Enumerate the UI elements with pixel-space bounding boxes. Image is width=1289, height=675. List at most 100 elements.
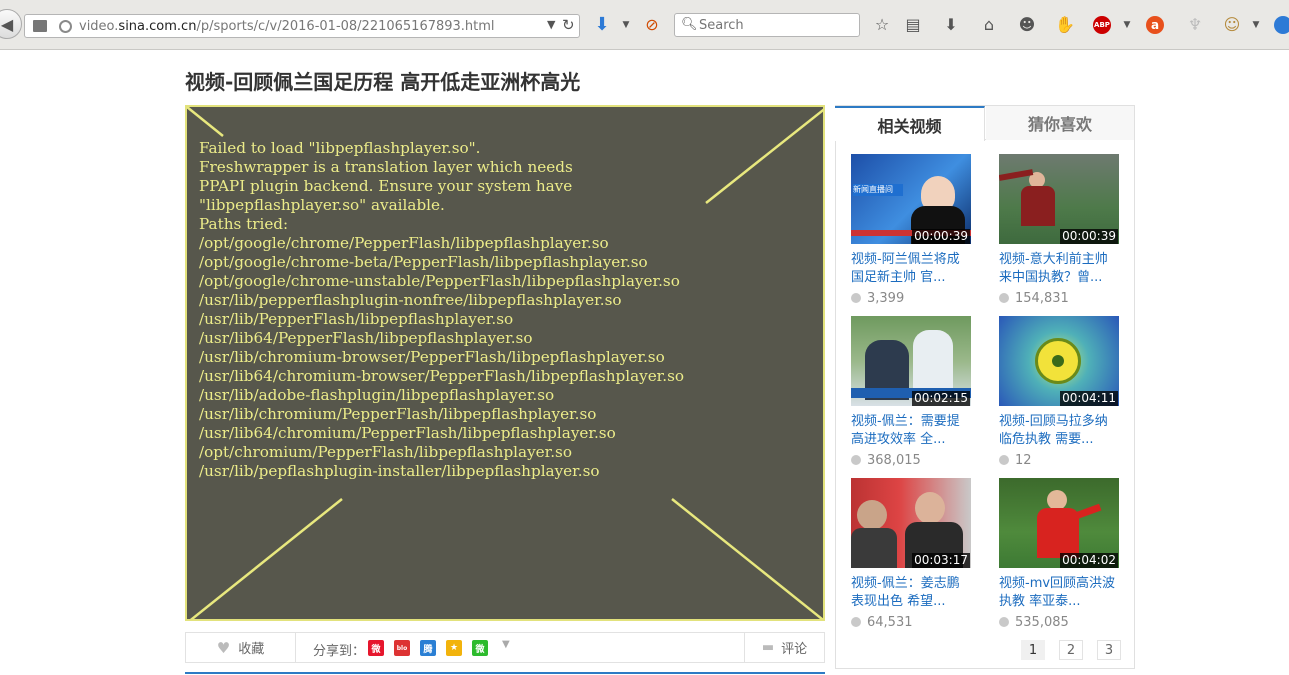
search-bar[interactable]: 🔍︎ xyxy=(674,13,860,37)
video-player[interactable]: Failed to load "libpepflashplayer.so". Fr… xyxy=(185,105,825,621)
adblock-icon[interactable]: ABP xyxy=(1093,16,1111,34)
play-count-value: 12 xyxy=(1015,453,1032,468)
reload-icon[interactable]: ↻ xyxy=(562,16,575,34)
url-text[interactable]: video.sina.com.cn/p/sports/c/v/2016-01-0… xyxy=(79,19,495,34)
error-line: PPAPI plugin backend. Ensure your system… xyxy=(199,177,573,195)
video-duration: 00:00:39 xyxy=(912,229,970,244)
page-3-button[interactable]: 3 xyxy=(1097,640,1121,660)
share-more-dropdown-icon[interactable]: ▼ xyxy=(502,639,510,650)
video-title-line: 视频-佩兰：需要提 xyxy=(851,414,960,429)
video-duration: 00:00:39 xyxy=(1060,229,1118,244)
page-1-button[interactable]: 1 xyxy=(1021,640,1045,660)
related-video-card[interactable]: 00:04:11 视频-回顾马拉多纳 临危执教 需要... 12 xyxy=(999,316,1121,471)
error-line: Paths tried: xyxy=(199,215,289,233)
related-video-card[interactable]: 00:02:15 视频-佩兰：需要提 高进攻效率 全... 368,015 xyxy=(851,316,973,471)
share-qzone-icon[interactable]: ★ xyxy=(446,640,462,656)
video-title-line: 视频-意大利前主帅 xyxy=(999,252,1108,267)
related-video-card[interactable]: 00:03:17 视频-佩兰：姜志鹏 表现出色 希望... 64,531 xyxy=(851,478,973,633)
video-title-link[interactable]: 视频-阿兰佩兰将成 国足新主帅 官... xyxy=(851,251,973,287)
download-arrow-icon[interactable]: ⬇ xyxy=(592,15,612,35)
page-2-button[interactable]: 2 xyxy=(1059,640,1083,660)
share-weibo-icon[interactable]: 微 xyxy=(368,640,384,656)
back-arrow-icon: ◀ xyxy=(0,14,14,34)
play-count: 368,015 xyxy=(851,453,921,468)
bookmark-star-icon[interactable]: ☆ xyxy=(872,15,892,35)
play-count-value: 154,831 xyxy=(1015,291,1069,306)
error-line: /usr/lib/pepperflashplugin-nonfree/libpe… xyxy=(199,291,622,309)
video-title-line: 表现出色 希望... xyxy=(851,594,946,609)
download-dropdown-icon[interactable]: ▼ xyxy=(616,15,636,35)
video-title-line: 执教 率亚泰... xyxy=(999,594,1081,609)
url-path: /p/sports/c/v/2016-01-08/221065167893.ht… xyxy=(196,19,495,34)
share-wechat-icon[interactable]: 微 xyxy=(472,640,488,656)
video-title-line: 国足新主帅 官... xyxy=(851,270,946,285)
mask-icon[interactable]: ♆ xyxy=(1185,15,1205,35)
related-video-card[interactable]: 00:04:02 视频-mv回顾高洪波 执教 率亚泰... 535,085 xyxy=(999,478,1121,633)
video-thumbnail[interactable]: 00:03:17 xyxy=(851,478,971,568)
profile-icon[interactable] xyxy=(1274,16,1289,34)
play-count: 64,531 xyxy=(851,615,913,630)
error-line: /usr/lib/pepflashplugin-installer/libpep… xyxy=(199,462,600,480)
play-count-icon xyxy=(999,455,1009,465)
blocker-icon[interactable]: ⊘ xyxy=(642,15,662,35)
video-duration: 00:04:02 xyxy=(1060,553,1118,568)
error-line: /usr/lib/adobe-flashplugin/libpepflashpl… xyxy=(199,386,555,404)
video-title-link[interactable]: 视频-佩兰：姜志鹏 表现出色 希望... xyxy=(851,575,973,611)
video-title-link[interactable]: 视频-回顾马拉多纳 临危执教 需要... xyxy=(999,413,1121,449)
play-count: 154,831 xyxy=(999,291,1069,306)
video-thumbnail[interactable]: 00:00:39 xyxy=(999,154,1119,244)
reading-list-icon[interactable]: ▤ xyxy=(903,15,923,35)
adblock-dropdown-icon[interactable]: ▼ xyxy=(1117,15,1137,35)
error-line: /opt/google/chrome-unstable/PepperFlash/… xyxy=(199,272,680,290)
error-line: /usr/lib/chromium/PepperFlash/libpepflas… xyxy=(199,405,597,423)
related-video-card[interactable]: 00:00:39 视频-意大利前主帅 来中国执教？曾... 154,831 xyxy=(999,154,1121,309)
favorite-button[interactable]: ♥ 收藏 xyxy=(186,633,296,662)
address-bar[interactable]: video.sina.com.cn/p/sports/c/v/2016-01-0… xyxy=(24,14,580,38)
monkey-dropdown-icon[interactable]: ▼ xyxy=(1246,15,1266,35)
monkey-icon[interactable]: ☺ xyxy=(1222,15,1242,35)
play-count-icon xyxy=(851,293,861,303)
flash-error-message: Failed to load "libpepflashplayer.so". Fr… xyxy=(199,139,684,481)
home-icon[interactable]: ⌂ xyxy=(979,15,999,35)
tab-guess-you-like[interactable]: 猜你喜欢 xyxy=(986,106,1134,140)
video-title-line: 视频-回顾马拉多纳 xyxy=(999,414,1108,429)
tab-related-videos[interactable]: 相关视频 xyxy=(835,106,985,141)
error-line: /opt/chromium/PepperFlash/libpepflashpla… xyxy=(199,443,572,461)
share-label: 分享到： xyxy=(313,644,366,659)
url-history-dropdown-icon[interactable]: ▼ xyxy=(547,18,555,31)
site-identity-icon[interactable] xyxy=(59,20,72,33)
page-title: 视频-回顾佩兰国足历程 高开低走亚洲杯高光 xyxy=(185,70,581,94)
video-title-link[interactable]: 视频-意大利前主帅 来中国执教？曾... xyxy=(999,251,1121,287)
video-thumbnail[interactable]: 00:04:02 xyxy=(999,478,1119,568)
share-tencent-weibo-icon[interactable]: 腾 xyxy=(420,640,436,656)
chat-icon[interactable]: ☻ xyxy=(1017,15,1037,35)
video-thumbnail[interactable]: 新闻直播间 00:00:39 xyxy=(851,154,971,244)
tab-list-icon[interactable] xyxy=(33,20,47,32)
addon-a-icon[interactable]: a xyxy=(1146,16,1164,34)
error-line: /opt/google/chrome/PepperFlash/libpepfla… xyxy=(199,234,609,252)
error-line: /usr/lib64/chromium/PepperFlash/libpepfl… xyxy=(199,424,616,442)
video-title-link[interactable]: 视频-佩兰：需要提 高进攻效率 全... xyxy=(851,413,973,449)
error-line: /usr/lib64/chromium-browser/PepperFlash/… xyxy=(199,367,685,385)
extension-icon[interactable]: ✋ xyxy=(1055,15,1075,35)
error-line: Freshwrapper is a translation layer whic… xyxy=(199,158,573,176)
error-line: /opt/google/chrome-beta/PepperFlash/libp… xyxy=(199,253,648,271)
comment-bubble-icon: ▬ xyxy=(761,640,775,655)
related-video-card[interactable]: 新闻直播间 00:00:39 视频-阿兰佩兰将成 国足新主帅 官... 3,399 xyxy=(851,154,973,309)
error-line: Failed to load "libpepflashplayer.so". xyxy=(199,139,481,157)
video-thumbnail[interactable]: 00:02:15 xyxy=(851,316,971,406)
back-button[interactable]: ◀ xyxy=(0,9,22,39)
comment-button[interactable]: ▬ 评论 xyxy=(744,633,824,662)
play-count-value: 535,085 xyxy=(1015,615,1069,630)
favorite-label: 收藏 xyxy=(238,642,265,657)
play-count-icon xyxy=(999,293,1009,303)
video-title-link[interactable]: 视频-mv回顾高洪波 执教 率亚泰... xyxy=(999,575,1121,611)
content-underline xyxy=(185,672,825,674)
play-count: 3,399 xyxy=(851,291,904,306)
search-input[interactable] xyxy=(699,18,849,33)
video-title-line: 视频-佩兰：姜志鹏 xyxy=(851,576,960,591)
tab-label: 猜你喜欢 xyxy=(1027,115,1092,134)
share-blog-icon[interactable]: blo xyxy=(394,640,410,656)
downloads-icon[interactable]: ⬇ xyxy=(941,15,961,35)
video-thumbnail[interactable]: 00:04:11 xyxy=(999,316,1119,406)
